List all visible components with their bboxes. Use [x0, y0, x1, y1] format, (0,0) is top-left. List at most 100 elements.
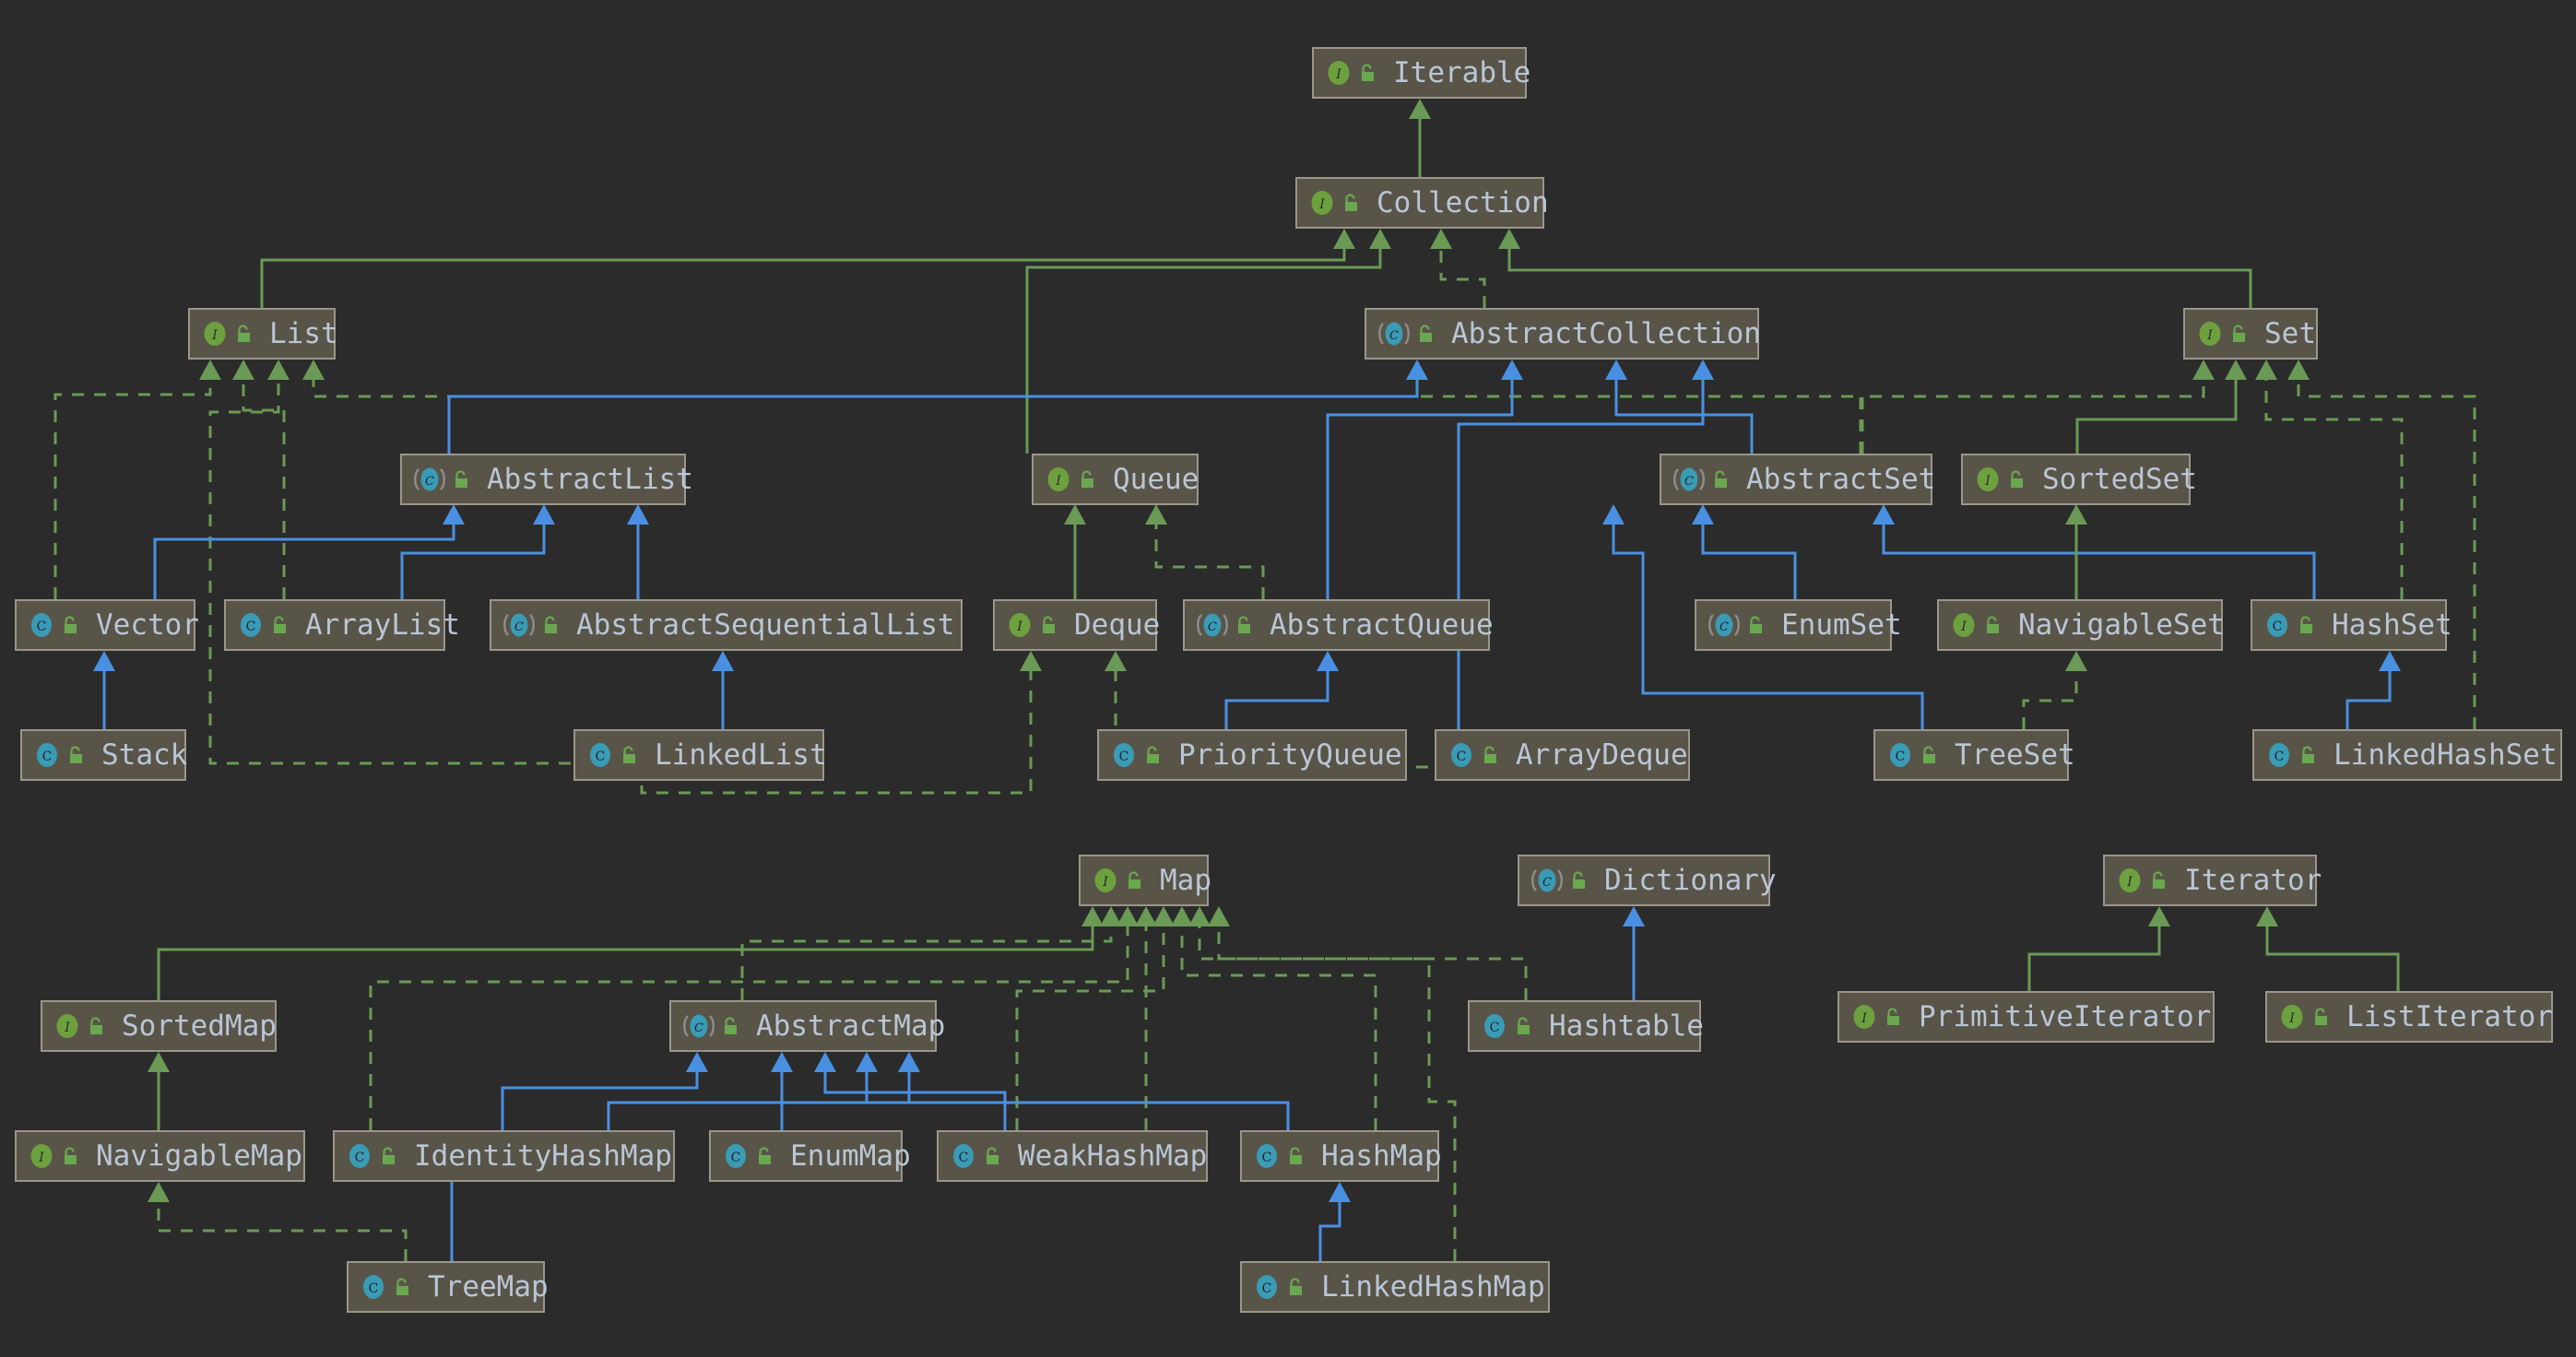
class-node-listiterator[interactable]: I ListIterator — [2265, 991, 2553, 1043]
class-node-vector[interactable]: C Vector — [15, 599, 199, 651]
class-node-hashmap[interactable]: C HashMap — [1240, 1130, 1442, 1182]
svg-text:I: I — [1055, 474, 1061, 489]
edge-enummap-map — [1135, 906, 1157, 1130]
class-node-iterable[interactable]: I Iterable — [1312, 47, 1530, 99]
edge-hashtable-dictionary — [1623, 906, 1645, 1000]
class-node-set[interactable]: I Set — [2183, 308, 2318, 360]
class-node-arraylist[interactable]: C ArrayList — [224, 599, 460, 651]
class-node-enummap[interactable]: C EnumMap — [709, 1130, 911, 1182]
svg-text:I: I — [2288, 1011, 2295, 1026]
edge-enummap-abstractmap — [771, 1052, 793, 1130]
edge-linkedhashmap-map — [1208, 906, 1457, 1261]
public-unlock-icon — [541, 614, 561, 636]
abstract-class-icon: C — [1707, 611, 1741, 639]
class-node-hashtable[interactable]: C Hashtable — [1468, 1000, 1704, 1052]
class-icon: C — [950, 1142, 977, 1170]
edge-list-collection — [260, 229, 1355, 308]
class-node-label: Set — [2264, 317, 2316, 350]
svg-text:C: C — [1490, 1021, 1500, 1035]
svg-text:I: I — [2206, 328, 2213, 343]
class-node-abstractmap[interactable]: C AbstractMap — [669, 1000, 945, 1052]
svg-text:C: C — [1896, 749, 1906, 764]
class-node-map[interactable]: I Map — [1079, 855, 1211, 906]
class-icon: C — [1110, 741, 1138, 769]
svg-text:I: I — [1335, 67, 1341, 82]
class-node-label: AbstractCollection — [1451, 317, 1761, 350]
class-node-label: EnumMap — [790, 1139, 911, 1173]
svg-text:C: C — [246, 620, 256, 634]
edge-treeset-navigableset — [2022, 651, 2087, 729]
class-node-label: AbstractSet — [1746, 463, 1936, 496]
class-node-navigablemap[interactable]: I NavigableMap — [15, 1130, 305, 1182]
interface-icon: I — [2196, 320, 2224, 348]
interface-icon: I — [1006, 611, 1034, 639]
svg-text:C: C — [1262, 1150, 1272, 1165]
class-node-linkedhashset[interactable]: C LinkedHashSet — [2252, 729, 2562, 781]
edge-abstractlist-abstractcollection — [447, 360, 1428, 454]
class-icon: C — [1481, 1012, 1508, 1040]
edge-stack-vector — [93, 651, 115, 729]
svg-text:C: C — [1119, 749, 1129, 764]
class-node-hashset[interactable]: C HashSet — [2251, 599, 2452, 651]
class-icon: C — [1886, 741, 1914, 769]
class-node-arraydeque[interactable]: C ArrayDeque — [1435, 729, 1690, 781]
public-unlock-icon — [2311, 1006, 2332, 1028]
public-unlock-icon — [721, 1015, 741, 1037]
class-node-priorityqueue[interactable]: C PriorityQueue — [1097, 729, 1407, 781]
interface-icon: I — [201, 320, 229, 348]
class-node-abstractsequentiallist[interactable]: C AbstractSequentialList — [490, 599, 963, 651]
public-unlock-icon — [1143, 744, 1164, 766]
public-unlock-icon — [2007, 468, 2027, 490]
class-node-sortedset[interactable]: I SortedSet — [1961, 454, 2197, 505]
class-node-label: LinkedHashMap — [1321, 1270, 1545, 1304]
edge-abstractset-abstractcollection — [1605, 360, 1754, 454]
class-node-treeset[interactable]: C TreeSet — [1873, 729, 2075, 781]
class-node-weakhashmap[interactable]: C WeakHashMap — [937, 1130, 1208, 1182]
class-node-iterator[interactable]: I Iterator — [2103, 855, 2322, 906]
svg-text:C: C — [1542, 876, 1552, 890]
edge-abstractqueue-abstractcollection — [1326, 360, 1523, 599]
svg-text:C: C — [731, 1150, 741, 1165]
class-node-navigableset[interactable]: I NavigableSet — [1937, 599, 2225, 651]
class-node-list[interactable]: I List — [188, 308, 338, 360]
abstract-class-icon: C — [502, 611, 536, 639]
class-node-abstractlist[interactable]: C AbstractList — [400, 454, 693, 505]
edge-hashset-abstractset — [1873, 504, 2316, 599]
public-unlock-icon — [1481, 744, 1501, 766]
edge-weakhashmap-map — [1015, 906, 1175, 1130]
class-node-abstractcollection[interactable]: C AbstractCollection — [1365, 308, 1761, 360]
class-node-label: SortedSet — [2042, 463, 2197, 496]
class-node-treemap[interactable]: C TreeMap — [347, 1261, 549, 1313]
class-node-stack[interactable]: C Stack — [20, 729, 187, 781]
edge-vector-list — [53, 360, 221, 599]
public-unlock-icon — [1286, 1145, 1306, 1167]
public-unlock-icon — [1983, 614, 2003, 636]
edge-arraydeque-abstractcollection — [1457, 360, 1714, 729]
public-unlock-icon — [1039, 614, 1059, 636]
class-node-identityhashmap[interactable]: C IdentityHashMap — [333, 1130, 675, 1182]
class-node-sortedmap[interactable]: I SortedMap — [41, 1000, 277, 1052]
svg-text:I: I — [64, 1021, 70, 1035]
class-node-label: AbstractMap — [756, 1009, 946, 1043]
class-node-abstractset[interactable]: C AbstractSet — [1660, 454, 1936, 505]
class-node-collection[interactable]: I Collection — [1295, 177, 1549, 229]
svg-text:C: C — [369, 1281, 379, 1296]
class-node-dictionary[interactable]: C Dictionary — [1518, 855, 1777, 906]
svg-text:C: C — [2275, 749, 2285, 764]
public-unlock-icon — [87, 1015, 107, 1037]
class-node-label: LinkedHashSet — [2334, 738, 2558, 772]
class-node-queue[interactable]: I Queue — [1032, 454, 1199, 505]
class-node-label: PrimitiveIterator — [1919, 1000, 2212, 1033]
svg-text:C: C — [355, 1150, 365, 1165]
abstract-class-icon: C — [1530, 867, 1564, 894]
class-node-enumset[interactable]: C EnumSet — [1695, 599, 1902, 651]
class-node-primitiveiterator[interactable]: I PrimitiveIterator — [1837, 991, 2215, 1043]
class-icon: C — [237, 611, 265, 639]
edge-weakhashmap-abstractmap — [814, 1052, 1007, 1130]
class-node-linkedlist[interactable]: C LinkedList — [573, 729, 827, 781]
class-node-deque[interactable]: I Deque — [993, 599, 1160, 651]
class-node-linkedhashmap[interactable]: C LinkedHashMap — [1240, 1261, 1550, 1313]
svg-text:C: C — [596, 749, 606, 764]
class-node-abstractqueue[interactable]: C AbstractQueue — [1183, 599, 1494, 651]
class-icon: C — [1448, 741, 1475, 769]
